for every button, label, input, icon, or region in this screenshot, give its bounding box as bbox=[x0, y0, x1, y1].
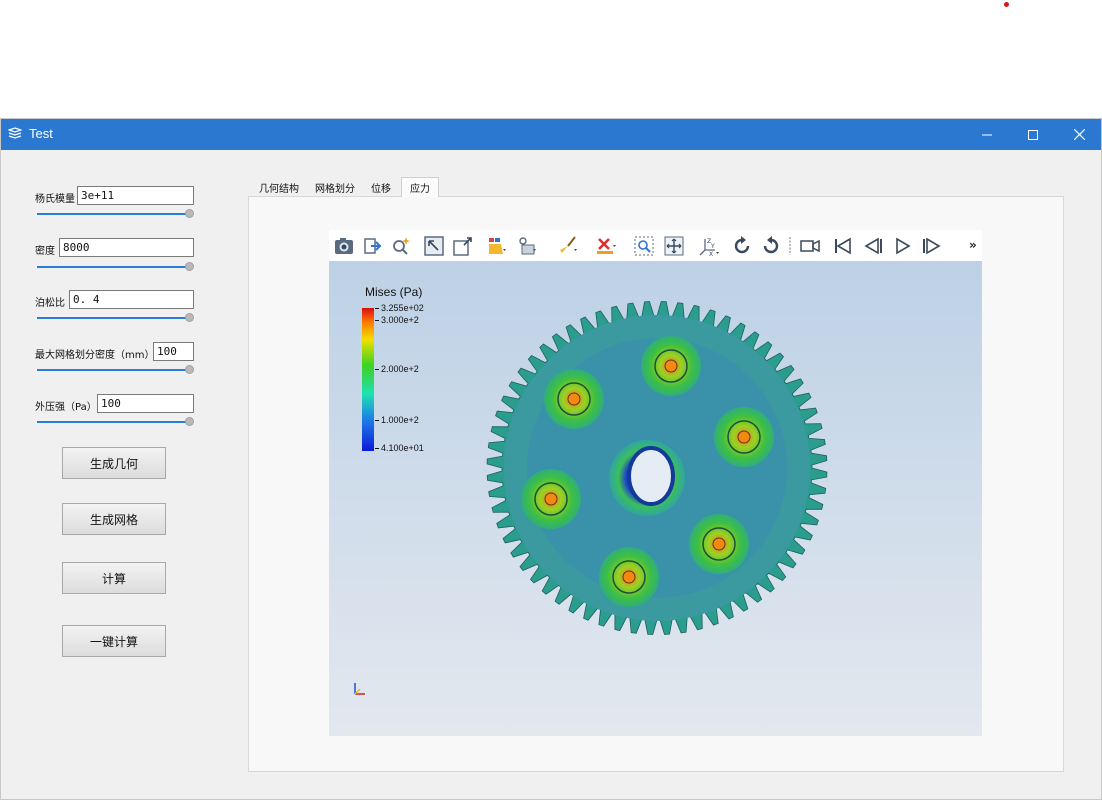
pan-icon[interactable] bbox=[663, 235, 685, 257]
tab-geometry[interactable]: 几何结构 bbox=[251, 177, 307, 197]
bolt-hole bbox=[544, 492, 558, 506]
reset-view-icon[interactable] bbox=[423, 235, 445, 257]
tab-displacement[interactable]: 位移 bbox=[365, 177, 397, 197]
tab-stress[interactable]: 应力 bbox=[401, 177, 439, 197]
generate-geometry-button[interactable]: 生成几何 bbox=[62, 447, 166, 479]
youngs-modulus-slider[interactable] bbox=[37, 209, 194, 219]
axes-orientation-icon[interactable]: ZYX bbox=[698, 235, 720, 257]
light-icon[interactable] bbox=[516, 235, 538, 257]
slider-handle[interactable] bbox=[185, 262, 194, 271]
slider-handle[interactable] bbox=[185, 417, 194, 426]
color-select-icon[interactable] bbox=[486, 235, 508, 257]
youngs-modulus-label: 杨氏模量 bbox=[35, 194, 75, 205]
one-click-compute-button[interactable]: 一键计算 bbox=[62, 625, 166, 657]
camera-record-icon[interactable] bbox=[799, 235, 821, 257]
clear-icon[interactable] bbox=[595, 235, 617, 257]
app-icon bbox=[8, 127, 22, 139]
close-button[interactable] bbox=[1056, 119, 1102, 150]
select-region-icon[interactable] bbox=[633, 235, 655, 257]
external-pressure-label: 外压强（Pa） bbox=[35, 402, 97, 413]
slider-handle[interactable] bbox=[185, 365, 194, 374]
camera-icon[interactable] bbox=[333, 235, 355, 257]
external-pressure-input[interactable]: 100 bbox=[97, 394, 194, 413]
svg-text:X: X bbox=[709, 251, 713, 257]
tab-mesh[interactable]: 网格划分 bbox=[309, 177, 361, 197]
brush-icon[interactable] bbox=[557, 235, 579, 257]
slider-handle[interactable] bbox=[185, 313, 194, 322]
window-title: Test bbox=[29, 126, 53, 141]
desktop-marker bbox=[1004, 2, 1009, 7]
paraview-viewer: ZYX » Mises (Pa) 3.255e+02 3.000e+2 2.00… bbox=[329, 230, 982, 736]
density-label: 密度 bbox=[35, 246, 55, 257]
minimize-button[interactable] bbox=[964, 119, 1010, 150]
gear-stress-model bbox=[486, 301, 828, 635]
minimize-icon bbox=[982, 134, 992, 135]
render-view[interactable]: Mises (Pa) 3.255e+02 3.000e+2 2.000e+2 1… bbox=[329, 261, 982, 736]
export-icon[interactable] bbox=[362, 235, 384, 257]
density-slider[interactable] bbox=[37, 262, 194, 272]
youngs-modulus-input[interactable]: 3e+11 bbox=[77, 186, 194, 205]
density-input[interactable]: 8000 bbox=[59, 238, 194, 257]
toolbar-separator-icon bbox=[789, 237, 791, 255]
poisson-ratio-label: 泊松比 bbox=[35, 298, 65, 309]
max-mesh-density-input[interactable]: 100 bbox=[153, 342, 194, 361]
poisson-ratio-input[interactable]: 0. 4 bbox=[69, 290, 194, 309]
rotate-ccw-icon[interactable] bbox=[760, 235, 782, 257]
title-bar: Test bbox=[1, 119, 1101, 150]
bolt-hole bbox=[622, 570, 636, 584]
toolbar-more-button[interactable]: » bbox=[969, 238, 977, 252]
generate-mesh-button[interactable]: 生成网格 bbox=[62, 503, 166, 535]
compute-button[interactable]: 计算 bbox=[62, 562, 166, 594]
app-window: Test 杨氏模量 3e+11 密度 8000 泊松比 0. 4 最大网格划分密… bbox=[0, 118, 1102, 800]
close-icon bbox=[1073, 129, 1085, 140]
orientation-icon[interactable] bbox=[452, 235, 474, 257]
svg-text:Y: Y bbox=[710, 243, 715, 250]
maximize-icon bbox=[1028, 129, 1038, 140]
gear-bore bbox=[627, 446, 675, 506]
previous-frame-icon[interactable] bbox=[862, 235, 884, 257]
maximize-button[interactable] bbox=[1010, 119, 1056, 150]
axes-triad-icon bbox=[354, 683, 365, 695]
play-icon[interactable] bbox=[892, 235, 914, 257]
bolt-hole bbox=[737, 430, 751, 444]
first-frame-icon[interactable] bbox=[832, 235, 854, 257]
zoom-magic-icon[interactable] bbox=[390, 235, 412, 257]
viewer-toolbar: ZYX » bbox=[329, 230, 982, 261]
bolt-hole bbox=[712, 537, 726, 551]
bolt-hole bbox=[567, 392, 581, 406]
slider-handle[interactable] bbox=[185, 209, 194, 218]
bolt-hole bbox=[664, 359, 678, 373]
max-mesh-density-slider[interactable] bbox=[37, 365, 194, 375]
external-pressure-slider[interactable] bbox=[37, 417, 194, 427]
max-mesh-density-label: 最大网格划分密度（mm） bbox=[35, 350, 155, 361]
rotate-cw-icon[interactable] bbox=[731, 235, 753, 257]
poisson-ratio-slider[interactable] bbox=[37, 313, 194, 323]
next-frame-icon[interactable] bbox=[921, 235, 943, 257]
